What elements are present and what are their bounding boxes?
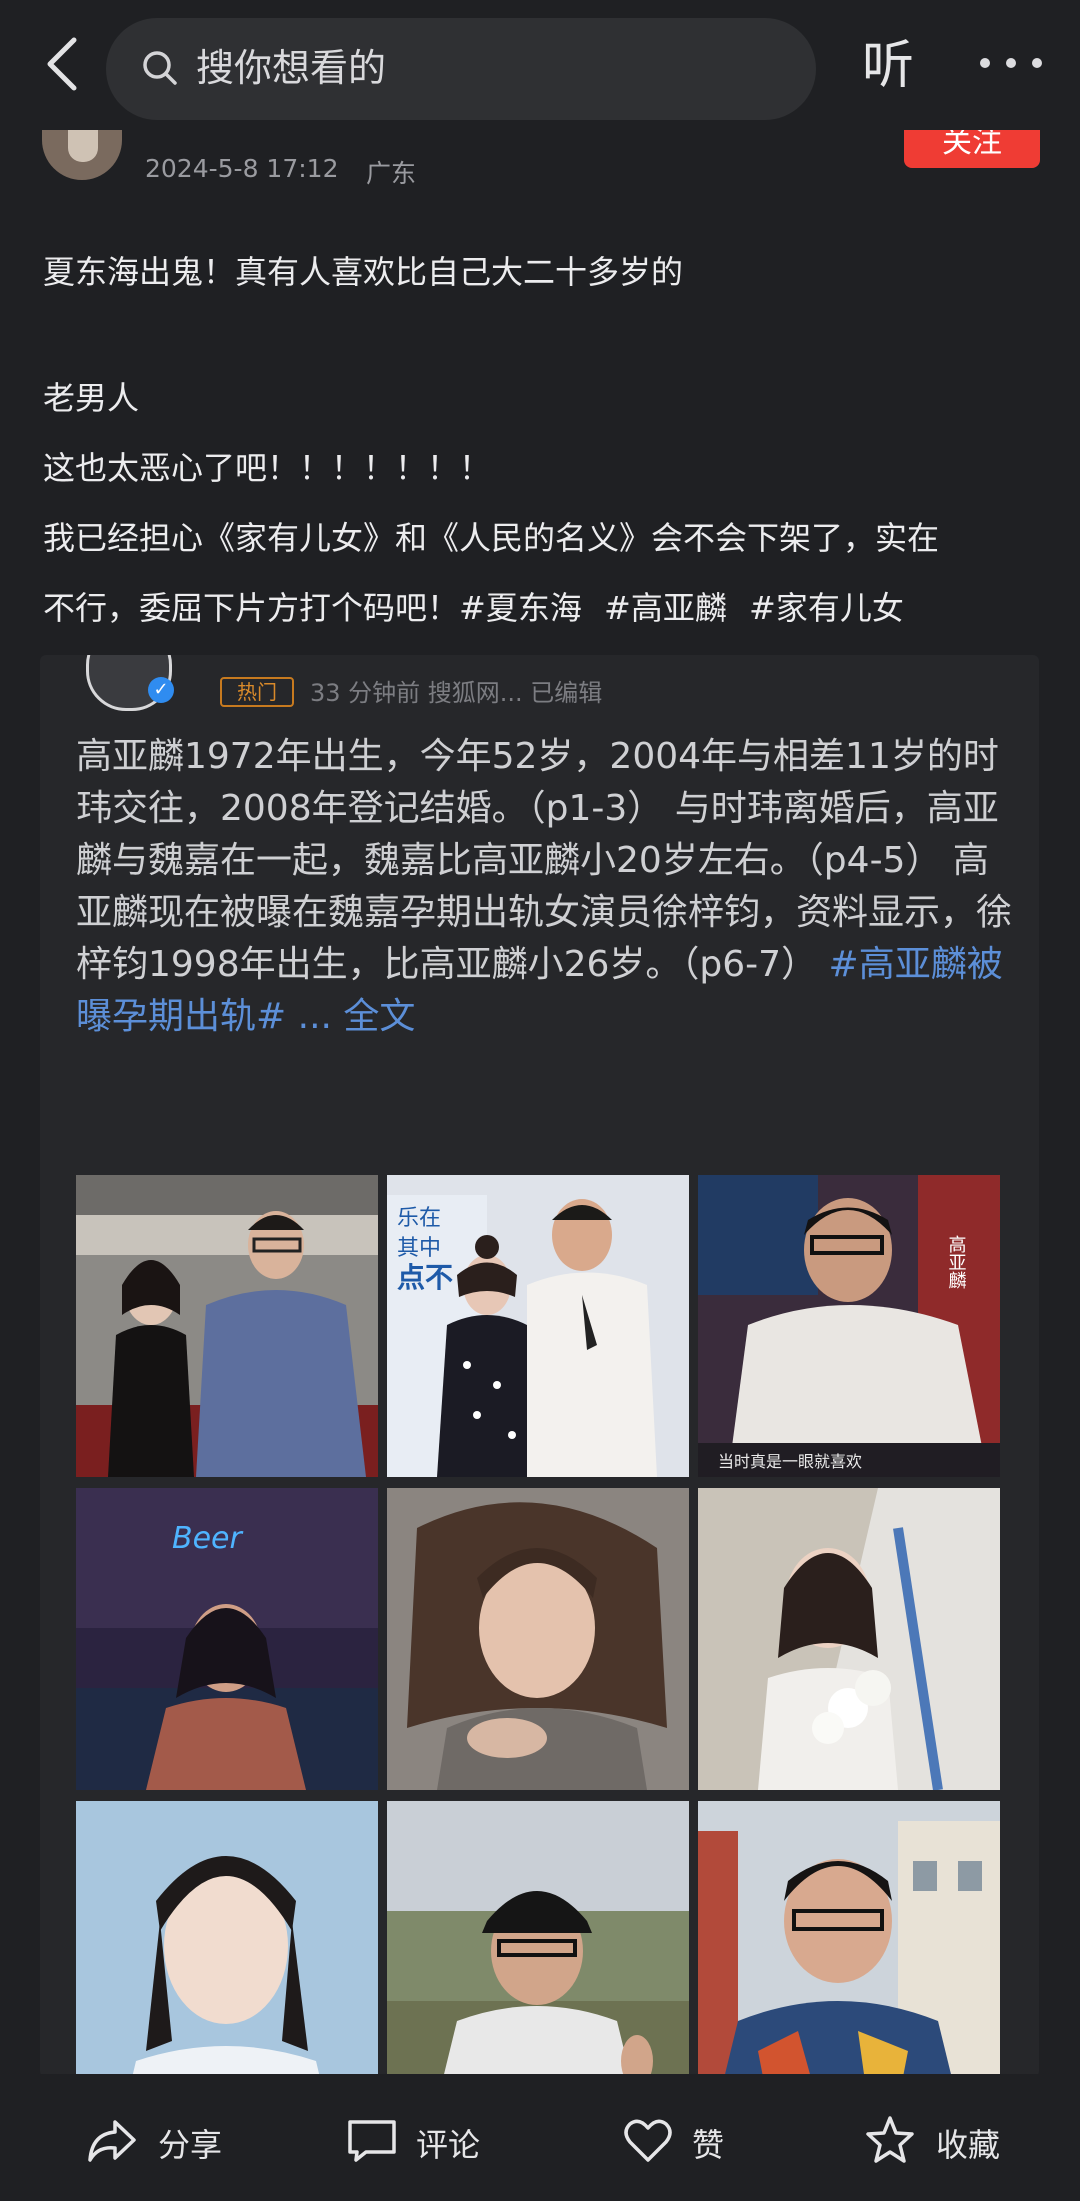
repost-header: ✓ 热门 33 分钟前 搜狐网... 已编辑 <box>40 655 1039 711</box>
repost-meta: 33 分钟前 搜狐网... 已编辑 <box>310 679 603 707</box>
post-text-line: 老男人 <box>43 379 140 417</box>
photo-8[interactable] <box>387 1801 689 2077</box>
share-label: 分享 <box>158 2126 223 2164</box>
hot-badge: 热门 <box>220 677 294 707</box>
listen-button[interactable]: 听 <box>862 28 914 104</box>
photo-7[interactable] <box>76 1801 378 2077</box>
author-row: 2024-5-8 17:12 广东 关注 <box>0 122 1080 190</box>
more-options-icon[interactable] <box>976 52 1046 76</box>
photo-caption: 点不 <box>397 1261 453 1294</box>
read-more-link[interactable]: ... 全文 <box>298 996 416 1037</box>
post-text-line: 夏东海出鬼！真有人喜欢比自己大二十多岁的 <box>43 253 684 291</box>
verified-icon: ✓ <box>148 677 174 703</box>
search-placeholder: 搜你想看的 <box>196 46 387 90</box>
hashtag-link[interactable]: #家有儿女 <box>749 589 904 627</box>
photo-4[interactable]: Beer <box>76 1488 378 1790</box>
back-icon[interactable] <box>36 32 92 96</box>
repost-card[interactable]: ✓ 热门 33 分钟前 搜狐网... 已编辑 高亚麟1972年出生，今年52岁，… <box>40 655 1039 2077</box>
avatar[interactable] <box>42 122 122 180</box>
repost-text: 高亚麟1972年出生，今年52岁，2004年与相差11岁的时玮交往，2008年登… <box>76 731 1016 1043</box>
photo-caption: 高亚麟 <box>946 1235 967 1289</box>
photo-6[interactable] <box>698 1488 1000 1790</box>
hashtag-link[interactable]: #高亚麟 <box>604 589 727 627</box>
comment-icon <box>348 2120 396 2162</box>
like-label: 赞 <box>692 2126 725 2164</box>
post-text-line: 不行，委屈下片方打个码吧！#夏东海 #高亚麟 #家有儿女 <box>43 584 904 632</box>
favorite-label: 收藏 <box>936 2126 1001 2164</box>
photo-caption: 其中 <box>397 1236 441 1261</box>
photo-2[interactable]: 乐在 其中 点不 <box>387 1175 689 1477</box>
heart-icon <box>624 2119 672 2162</box>
star-icon <box>866 2116 914 2163</box>
photo-caption: 乐在 <box>397 1206 441 1231</box>
photo-1[interactable] <box>76 1175 378 1477</box>
like-button[interactable]: 赞 <box>620 2112 740 2168</box>
favorite-button[interactable]: 收藏 <box>862 2112 1012 2168</box>
comment-button[interactable]: 评论 <box>344 2112 494 2168</box>
top-bar: 搜你想看的 听 <box>0 0 1080 130</box>
hashtag-link[interactable]: #夏东海 <box>459 589 582 627</box>
follow-button[interactable]: 关注 <box>904 128 1040 168</box>
photo-3[interactable]: 高亚麟 当时真是一眼就喜欢 <box>698 1175 1000 1477</box>
post-text-line: 我已经担心《家有儿女》和《人民的名义》会不会下架了，实在 <box>43 519 940 557</box>
comment-label: 评论 <box>416 2126 481 2164</box>
post-timestamp: 2024-5-8 17:12 <box>145 154 339 183</box>
share-icon <box>88 2120 136 2162</box>
bottom-action-bar: 分享 评论 赞 收藏 <box>0 2074 1080 2201</box>
photo-caption: 当时真是一眼就喜欢 <box>718 1452 862 1471</box>
post-location: 广东 <box>366 159 417 188</box>
photo-5[interactable] <box>387 1488 689 1790</box>
search-input[interactable]: 搜你想看的 <box>106 18 816 120</box>
neon-sign: Beer <box>172 1521 243 1556</box>
search-icon <box>140 48 180 88</box>
photo-9[interactable] <box>698 1801 1000 2077</box>
share-button[interactable]: 分享 <box>84 2112 234 2168</box>
post-text-segment: 不行，委屈下片方打个码吧！ <box>43 589 460 627</box>
post-text-line: 这也太恶心了吧！！！！！！！ <box>43 449 492 487</box>
